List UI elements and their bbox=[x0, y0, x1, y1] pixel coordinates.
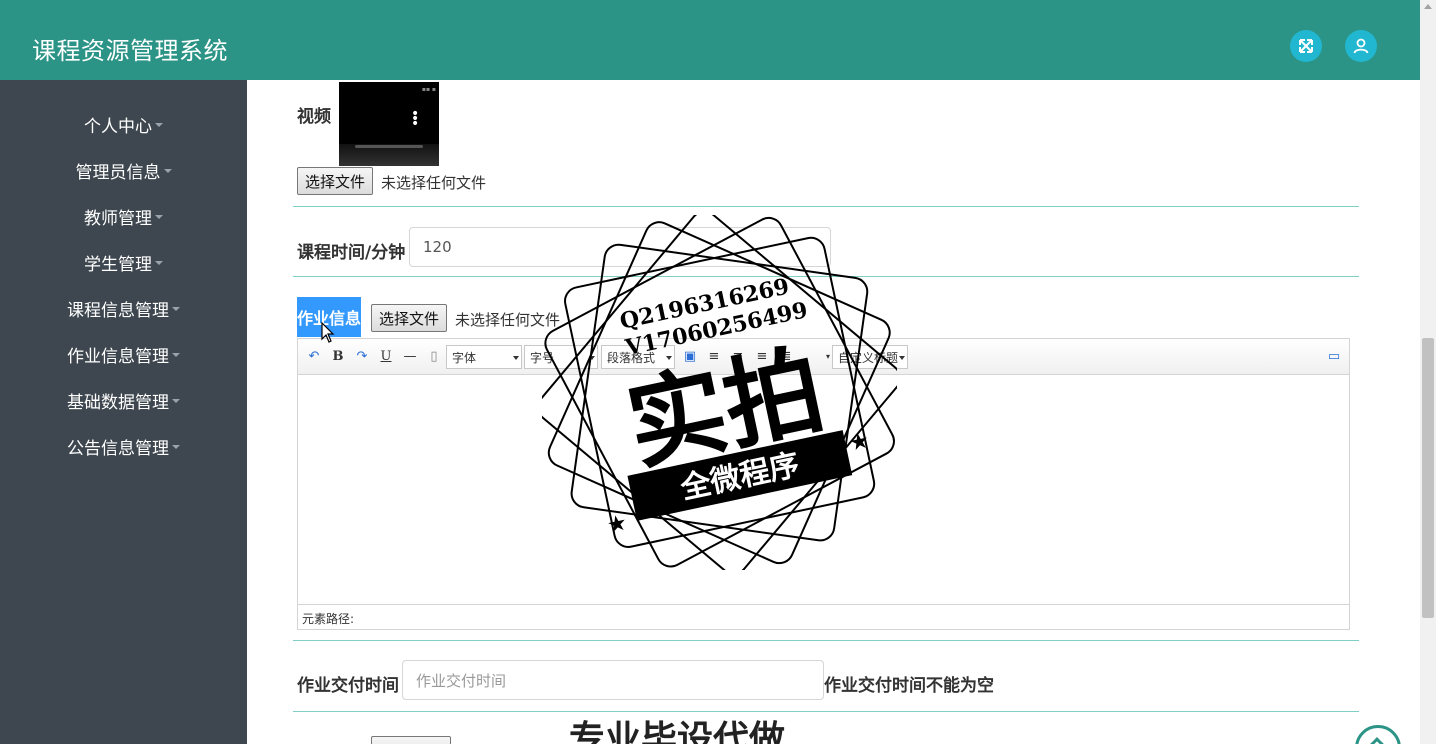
top-header: 课程资源管理系统 bbox=[0, 0, 1420, 80]
deadline-label: 作业交付时间 bbox=[297, 676, 399, 696]
underline-icon[interactable]: U bbox=[378, 348, 394, 364]
expand-icon bbox=[1299, 39, 1313, 53]
sidebar-item-label: 课程信息管理 bbox=[67, 300, 169, 321]
undo-icon[interactable]: ↶ bbox=[306, 348, 322, 364]
star-icon: ★ bbox=[605, 510, 630, 539]
element-path: 元素路径: bbox=[298, 604, 1349, 629]
sidebar-item-label: 教师管理 bbox=[84, 208, 152, 229]
sidebar-item-label: 公告信息管理 bbox=[67, 438, 169, 459]
video-progress-bar[interactable] bbox=[355, 145, 423, 148]
caret-down-icon bbox=[163, 169, 172, 173]
sidebar-item-label: 基础数据管理 bbox=[67, 392, 169, 413]
mouse-cursor-icon bbox=[321, 322, 335, 343]
video-preview[interactable]: ▪▪ ▪ • • • bbox=[339, 82, 439, 166]
font-select-value: 字体 bbox=[452, 350, 477, 365]
next-row-button[interactable] bbox=[371, 736, 451, 744]
sidebar-item-teacher[interactable]: 教师管理 bbox=[0, 196, 247, 236]
sidebar-item-label: 学生管理 bbox=[84, 254, 152, 275]
scrollbar-thumb[interactable] bbox=[1422, 338, 1434, 618]
font-select[interactable]: 字体 bbox=[446, 345, 522, 369]
redo-icon[interactable]: ↷ bbox=[354, 348, 370, 364]
sidebar-item-course[interactable]: 课程信息管理 bbox=[0, 288, 247, 328]
document-icon[interactable]: ▯ bbox=[426, 348, 442, 364]
arrow-up-icon bbox=[1367, 737, 1387, 744]
divider bbox=[293, 711, 1359, 712]
horizontal-rule-icon[interactable]: — bbox=[402, 348, 418, 364]
sidebar-item-label: 作业信息管理 bbox=[67, 346, 169, 367]
back-to-top-button[interactable] bbox=[1355, 725, 1401, 744]
deadline-input[interactable]: 作业交付时间 bbox=[402, 660, 824, 700]
sidebar-item-homework[interactable]: 作业信息管理 bbox=[0, 334, 247, 374]
caret-down-icon bbox=[155, 261, 163, 265]
scrollbar[interactable] bbox=[1420, 0, 1436, 744]
caret-down-icon bbox=[172, 445, 180, 449]
watermark-bottom-text: 专业毕设代做 bbox=[569, 719, 786, 744]
caret-down-icon bbox=[155, 215, 163, 219]
divider bbox=[293, 206, 1359, 207]
sidebar-item-notice[interactable]: 公告信息管理 bbox=[0, 426, 247, 466]
sidebar-item-label: 管理员信息 bbox=[75, 162, 161, 183]
caret-down-icon bbox=[172, 353, 180, 357]
caret-down-icon bbox=[172, 399, 180, 403]
divider bbox=[293, 640, 1359, 641]
sidebar-item-student[interactable]: 学生管理 bbox=[0, 242, 247, 282]
video-file-button[interactable]: 选择文件 bbox=[297, 167, 374, 195]
sidebar-item-personal-center[interactable]: 个人中心 bbox=[0, 104, 247, 144]
bold-icon[interactable]: B bbox=[330, 348, 346, 364]
sidebar: 个人中心 管理员信息 教师管理 学生管理 课程信息管理 作业信息管理 基础数据管… bbox=[0, 80, 247, 744]
more-vertical-icon[interactable]: • • • bbox=[411, 107, 419, 131]
star-icon: ★ bbox=[847, 428, 872, 457]
scroll-up-arrow-icon[interactable] bbox=[1424, 4, 1432, 9]
deadline-error: 作业交付时间不能为空 bbox=[824, 676, 994, 696]
status-icons: ▪▪ ▪ bbox=[421, 86, 436, 93]
sidebar-item-base-data[interactable]: 基础数据管理 bbox=[0, 380, 247, 420]
homework-file-button[interactable]: 选择文件 bbox=[371, 304, 448, 332]
fullscreen-button[interactable] bbox=[1290, 30, 1322, 62]
sidebar-item-admin-info[interactable]: 管理员信息 bbox=[0, 150, 247, 190]
main-content: 视频 ▪▪ ▪ • • • 选择文件 未选择任何文件 课程时间/分钟 120 作业信… bbox=[247, 80, 1420, 744]
caret-down-icon bbox=[172, 307, 180, 311]
caret-down-icon bbox=[513, 356, 519, 360]
user-icon bbox=[1353, 38, 1369, 54]
caret-down-icon bbox=[155, 123, 163, 127]
user-button[interactable] bbox=[1345, 30, 1377, 62]
preview-icon[interactable]: ▭ bbox=[1326, 348, 1342, 364]
app-title: 课程资源管理系统 bbox=[32, 37, 228, 65]
caret-down-icon bbox=[899, 356, 905, 360]
video-label: 视频 bbox=[297, 107, 331, 127]
watermark-stamp: Q2196316269 V17060256499 实拍 全微程序 ★ ★ bbox=[542, 215, 897, 570]
duration-label: 课程时间/分钟 bbox=[297, 243, 406, 263]
sidebar-item-label: 个人中心 bbox=[84, 116, 152, 137]
video-file-status: 未选择任何文件 bbox=[381, 174, 487, 192]
